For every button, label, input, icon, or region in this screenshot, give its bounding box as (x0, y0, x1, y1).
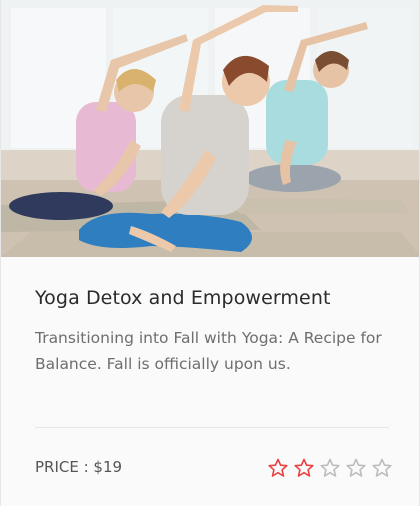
course-image[interactable] (1, 0, 419, 257)
star-rating[interactable] (268, 458, 392, 478)
divider (35, 427, 389, 428)
star-filled-icon[interactable] (268, 458, 288, 478)
course-description: Transitioning into Fall with Yoga: A Rec… (35, 329, 382, 373)
course-title[interactable]: Yoga Detox and Empowerment (35, 287, 331, 309)
star-empty-icon[interactable] (372, 458, 392, 478)
star-empty-icon[interactable] (320, 458, 340, 478)
course-card[interactable]: Yoga Detox and Empowerment Transitioning… (0, 0, 420, 506)
star-filled-icon[interactable] (294, 458, 314, 478)
price-label: PRICE : $19 (35, 458, 123, 476)
star-empty-icon[interactable] (346, 458, 366, 478)
